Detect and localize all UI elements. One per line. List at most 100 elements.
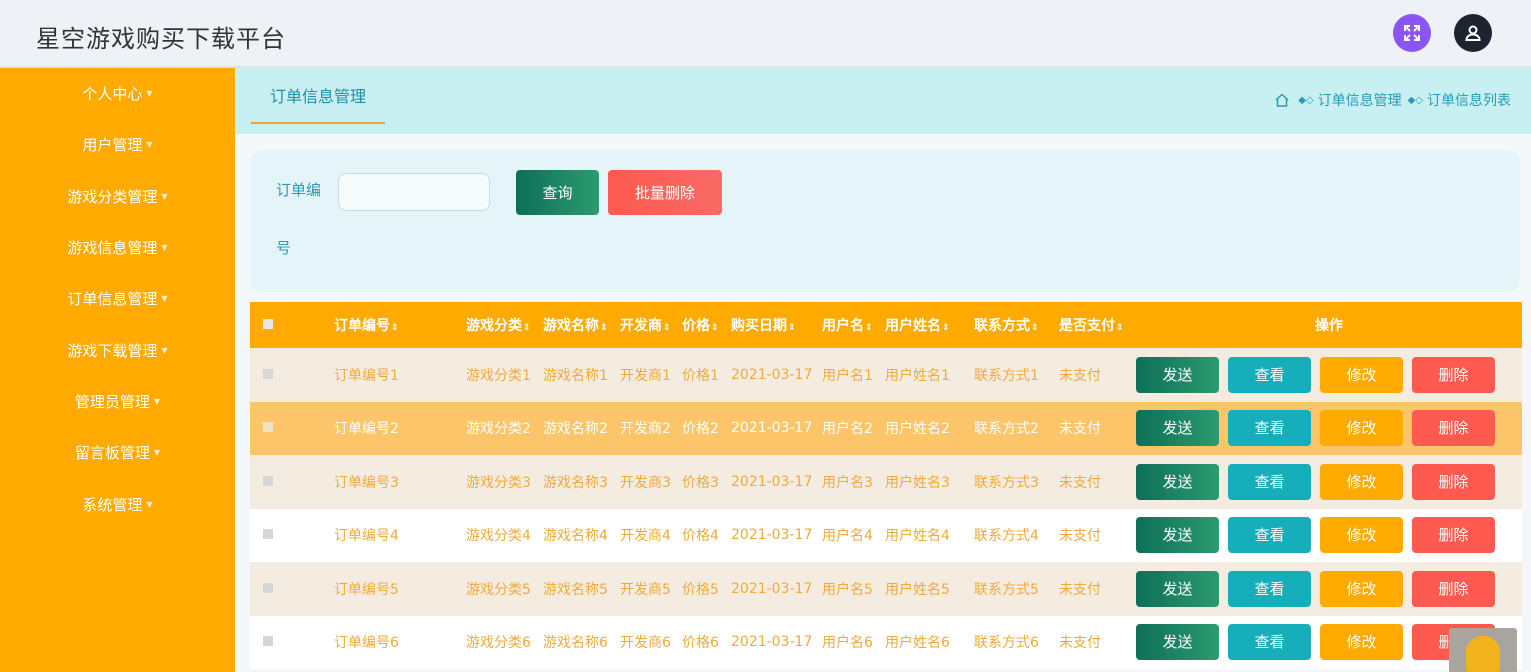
sidebar-item-game-category[interactable]: 游戏分类管理 ▼ [0,171,235,222]
cell-contact: 联系方式4 [974,528,1039,545]
tab-order-info[interactable]: 订单信息管理 [251,68,385,124]
send-button[interactable]: 发送 [1136,624,1219,661]
query-button[interactable]: 查询 [516,170,599,215]
caret-down-icon: ▼ [146,89,153,99]
edit-button[interactable]: 修改 [1320,356,1403,393]
sidebar-item-label: 系统管理 [82,495,143,514]
floating-widget[interactable] [1449,628,1517,672]
edit-button[interactable]: 修改 [1320,570,1403,607]
header-price[interactable]: 价格⇕ [682,302,731,348]
cell-order-no: 订单编号3 [334,474,399,491]
cell-date: 2021-03-17 [731,420,813,437]
home-icon[interactable] [1274,92,1290,108]
top-header: 星空游戏购买下载平台 [0,0,1531,68]
view-button[interactable]: 查看 [1228,410,1311,447]
edit-button[interactable]: 修改 [1320,624,1403,661]
sort-icon[interactable]: ⇕ [1031,323,1039,333]
view-button[interactable]: 查看 [1228,463,1311,500]
view-button[interactable]: 查看 [1228,356,1311,393]
sort-icon[interactable]: ⇕ [942,323,950,333]
table-row: 订单编号2 游戏分类2 游戏名称2 开发商2 价格2 2021-03-17 用户… [250,401,1522,455]
batch-delete-button[interactable]: 批量删除 [608,170,722,215]
sort-icon[interactable]: ⇕ [1116,323,1124,333]
breadcrumb-level1[interactable]: 订单信息管理 [1318,90,1402,110]
delete-button[interactable]: 删除 [1412,463,1495,500]
header-developer[interactable]: 开发商⇕ [620,302,682,348]
send-button[interactable]: 发送 [1136,410,1219,447]
send-button[interactable]: 发送 [1136,463,1219,500]
cell-game-name: 游戏名称4 [543,528,608,545]
cell-username: 用户名6 [822,635,873,652]
row-checkbox[interactable] [263,582,273,593]
cell-order-no: 订单编号6 [334,635,399,652]
sort-icon[interactable]: ⇕ [711,323,719,333]
send-button[interactable]: 发送 [1136,356,1219,393]
header-contact[interactable]: 联系方式⇕ [974,302,1059,348]
caret-down-icon: ▼ [146,499,153,509]
tab-bar: 订单信息管理 ◆◇ 订单信息管理 ◆◇ 订单信息列表 [235,68,1531,134]
sidebar-item-personal-center[interactable]: 个人中心 ▼ [0,68,235,119]
sort-icon[interactable]: ⇕ [865,323,873,333]
send-button[interactable]: 发送 [1136,570,1219,607]
header-order-no[interactable]: 订单编号⇕ [334,302,466,348]
sort-icon[interactable]: ⇕ [663,323,671,333]
header-date[interactable]: 购买日期⇕ [731,302,822,348]
edit-button[interactable]: 修改 [1320,410,1403,447]
cell-category: 游戏分类4 [466,528,531,545]
table-row: 订单编号3 游戏分类3 游戏名称3 开发商3 价格3 2021-03-17 用户… [250,455,1522,509]
order-no-input[interactable] [338,173,490,211]
sidebar-item-order-info[interactable]: 订单信息管理 ▼ [0,273,235,324]
header-game-name[interactable]: 游戏名称⇕ [543,302,620,348]
search-label: 订单编 号 [276,180,332,258]
view-button[interactable]: 查看 [1228,570,1311,607]
row-checkbox[interactable] [263,636,273,647]
cell-real-name: 用户姓名1 [885,367,950,384]
sort-icon[interactable]: ⇕ [788,323,796,333]
row-checkbox[interactable] [263,368,273,379]
cell-username: 用户名2 [822,421,873,438]
avatar-button[interactable] [1454,14,1492,52]
sort-icon[interactable]: ⇕ [600,323,608,333]
sidebar-item-admin[interactable]: 管理员管理 ▼ [0,376,235,427]
cell-paid: 未支付 [1059,367,1101,384]
cell-price: 价格6 [682,635,719,652]
send-button[interactable]: 发送 [1136,517,1219,554]
delete-button[interactable]: 删除 [1412,570,1495,607]
sidebar-item-user-management[interactable]: 用户管理 ▼ [0,119,235,170]
table-row: 订单编号4 游戏分类4 游戏名称4 开发商4 价格4 2021-03-17 用户… [250,508,1522,562]
cell-price: 价格4 [682,528,719,545]
sort-icon[interactable]: ⇕ [523,323,531,333]
cell-real-name: 用户姓名2 [885,421,950,438]
search-panel: 订单编 号 查询 批量删除 [250,150,1520,292]
sidebar-item-game-download[interactable]: 游戏下载管理 ▼ [0,324,235,375]
caret-down-icon: ▼ [161,345,168,355]
sort-icon[interactable]: ⇕ [391,323,399,333]
header-username[interactable]: 用户名⇕ [822,302,885,348]
row-checkbox[interactable] [263,422,273,433]
cell-date: 2021-03-17 [731,527,813,544]
sidebar-item-game-info[interactable]: 游戏信息管理 ▼ [0,222,235,273]
header-category[interactable]: 游戏分类⇕ [466,302,543,348]
sidebar-item-system[interactable]: 系统管理 ▼ [0,478,235,529]
delete-button[interactable]: 删除 [1412,517,1495,554]
view-button[interactable]: 查看 [1228,517,1311,554]
row-checkbox[interactable] [263,475,273,486]
header-real-name[interactable]: 用户姓名⇕ [885,302,974,348]
header-paid[interactable]: 是否支付⇕ [1059,302,1136,348]
sidebar: 个人中心 ▼ 用户管理 ▼ 游戏分类管理 ▼ 游戏信息管理 ▼ 订单信息管理 ▼ 游戏下载… [0,68,235,672]
view-button[interactable]: 查看 [1228,624,1311,661]
expand-icon [1404,25,1420,41]
cell-category: 游戏分类2 [466,421,531,438]
cell-contact: 联系方式5 [974,581,1039,598]
edit-button[interactable]: 修改 [1320,517,1403,554]
sidebar-item-message-board[interactable]: 留言板管理 ▼ [0,427,235,478]
sidebar-item-label: 管理员管理 [74,392,150,411]
select-all-checkbox[interactable] [263,319,273,329]
edit-button[interactable]: 修改 [1320,463,1403,500]
main-content: 订单信息管理 ◆◇ 订单信息管理 ◆◇ 订单信息列表 订单编 号 查询 批量删除 [235,68,1531,672]
delete-button[interactable]: 删除 [1412,356,1495,393]
row-checkbox[interactable] [263,529,273,540]
cell-price: 价格2 [682,421,719,438]
fullscreen-button[interactable] [1393,14,1431,52]
delete-button[interactable]: 删除 [1412,410,1495,447]
